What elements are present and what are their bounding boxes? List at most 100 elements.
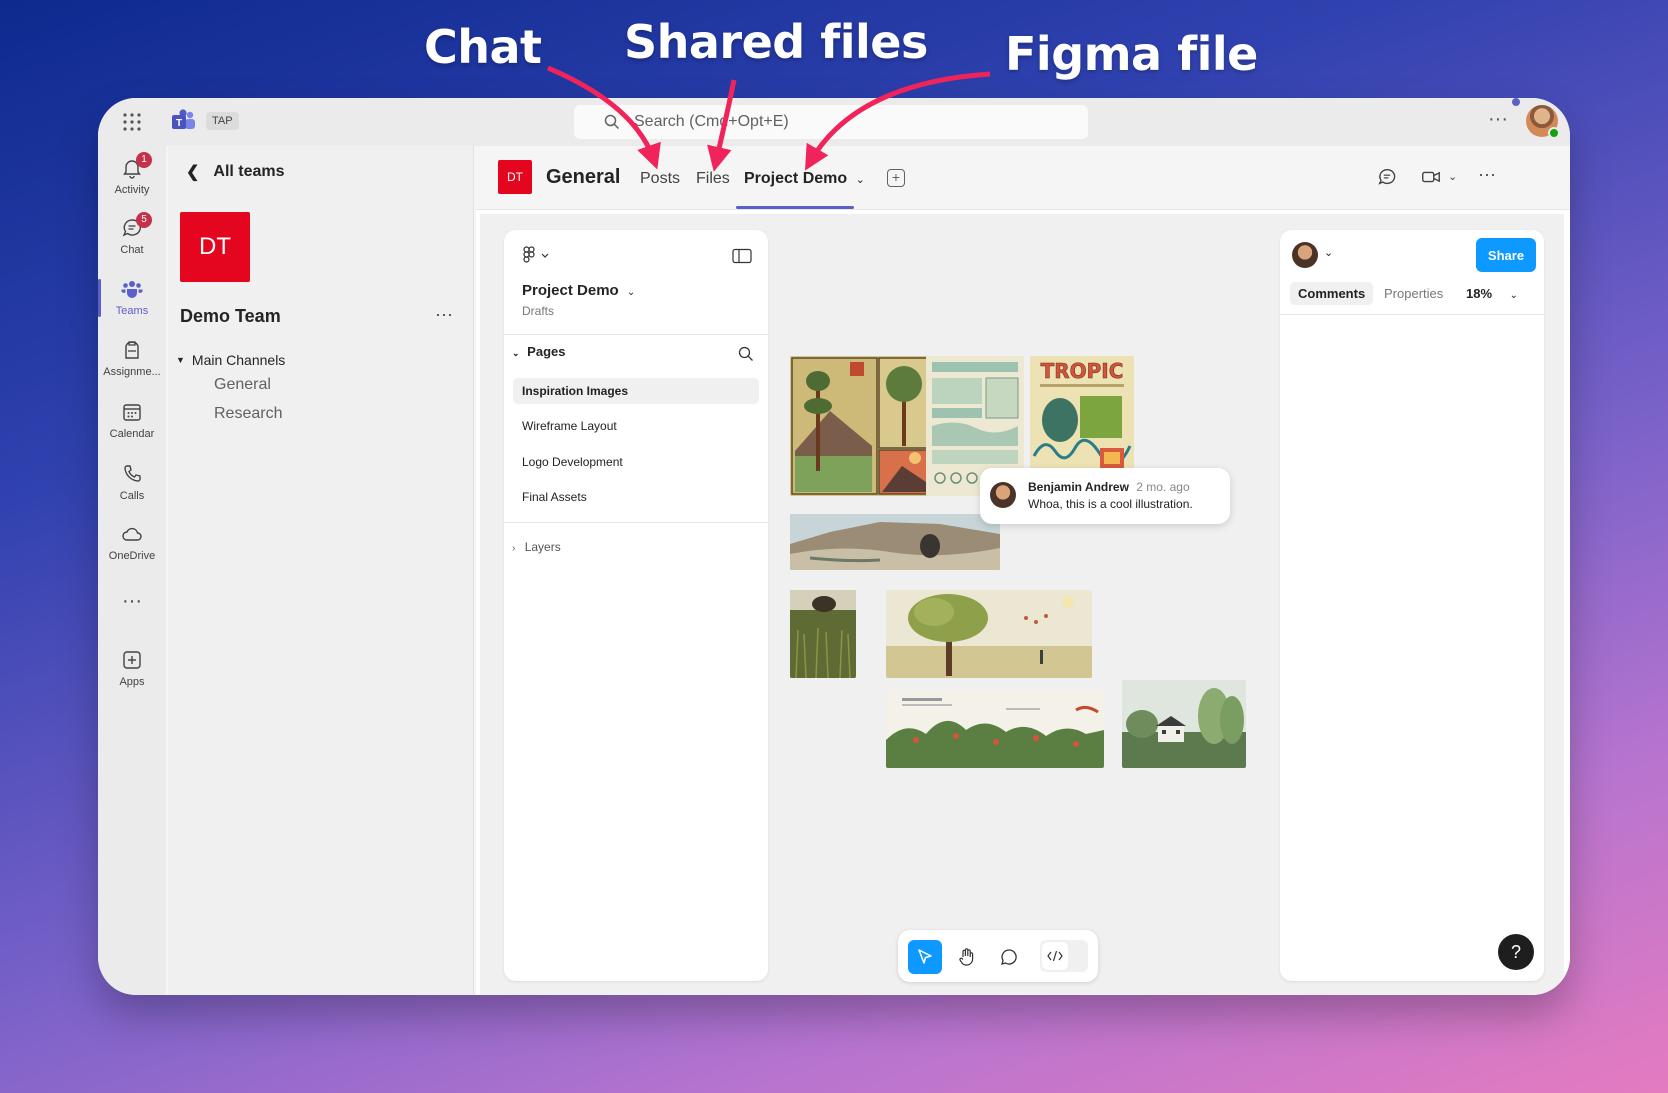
rail-item-onedrive[interactable]: OneDrive xyxy=(98,516,166,572)
cursor-arrow-icon xyxy=(918,949,932,964)
more-apps-icon[interactable]: ··· xyxy=(98,590,166,646)
tab-project-demo-label: Project Demo xyxy=(744,170,848,187)
channels-section-header[interactable]: ▼ Main Channels xyxy=(176,352,285,368)
svg-text:T: T xyxy=(176,118,182,129)
team-name: Demo Team xyxy=(180,306,281,326)
code-icon xyxy=(1042,942,1068,970)
tab-posts[interactable]: Posts xyxy=(640,170,680,188)
tab-project-demo[interactable]: Project Demo ⌄ xyxy=(744,170,865,188)
tropic-title: TROPIC xyxy=(1041,359,1124,383)
teams-window: T TAP Search (Cmd+Opt+E) ··· 1 Activity xyxy=(98,98,1570,995)
figma-left-panel: Project Demo ⌄ Drafts ⌄ Pages Inspiratio… xyxy=(504,230,768,981)
rail-item-apps[interactable]: Apps xyxy=(98,642,166,698)
comment-card[interactable]: Benjamin Andrew 2 mo. ago Whoa, this is … xyxy=(980,468,1230,524)
figma-menu-icon[interactable] xyxy=(522,246,552,264)
conversation-icon[interactable] xyxy=(1376,166,1398,188)
channel-title: General xyxy=(546,166,621,188)
comment-author: Benjamin Andrew xyxy=(1028,480,1129,494)
flowers-art xyxy=(886,690,1104,768)
canvas-image-grass-field[interactable] xyxy=(790,590,856,678)
active-tab-indicator xyxy=(736,206,854,209)
teams-logo-icon: T xyxy=(172,109,195,129)
header-more-options-icon[interactable]: ··· xyxy=(1478,164,1496,185)
search-placeholder: Search (Cmd+Opt+E) xyxy=(634,113,789,130)
canvas-image-desert-landscape[interactable] xyxy=(790,514,1000,570)
figma-user-avatar[interactable] xyxy=(1292,242,1318,268)
chevron-down-icon: ⌄ xyxy=(855,174,865,186)
tenant-badge[interactable]: TAP xyxy=(206,112,239,130)
dev-mode-toggle[interactable] xyxy=(1040,940,1088,972)
channel-avatar: DT xyxy=(498,160,532,194)
team-more-options-icon[interactable]: ··· xyxy=(435,304,453,325)
share-button[interactable]: Share xyxy=(1476,238,1536,272)
chevron-right-icon: › xyxy=(512,543,516,554)
figma-embed: Project Demo ⌄ Drafts ⌄ Pages Inspiratio… xyxy=(480,214,1564,995)
comment-header: Benjamin Andrew 2 mo. ago xyxy=(1028,480,1190,494)
team-panel: ❮ All teams DT Demo Team ··· ▼ Main Chan… xyxy=(168,146,474,995)
sidebar-toggle-icon[interactable] xyxy=(732,248,752,264)
comment-time: 2 mo. ago xyxy=(1136,480,1190,494)
tree-field-art xyxy=(886,590,1092,678)
rail-item-chat[interactable]: 5 Chat xyxy=(98,210,166,266)
chat-badge: 5 xyxy=(136,212,152,228)
hand-icon xyxy=(959,948,974,966)
channel-general[interactable]: General xyxy=(214,376,271,394)
canvas-image-house[interactable] xyxy=(1122,680,1246,768)
figma-file-location: Drafts xyxy=(522,304,555,318)
caret-down-icon: ▼ xyxy=(176,355,185,365)
comment-bubble-icon xyxy=(1001,949,1017,965)
comment-tool-button[interactable] xyxy=(992,940,1026,974)
canvas-image-flowers[interactable] xyxy=(886,690,1104,768)
rail-item-activity[interactable]: 1 Activity xyxy=(98,150,166,206)
rail-label: Apps xyxy=(119,676,145,688)
video-call-icon[interactable] xyxy=(1420,166,1442,188)
tab-comments[interactable]: Comments xyxy=(1290,282,1374,305)
pages-header[interactable]: ⌄ Pages xyxy=(512,344,565,359)
help-button[interactable]: ? xyxy=(1498,934,1534,970)
hand-tool-button[interactable] xyxy=(950,940,984,974)
page-item-final-assets[interactable]: Final Assets xyxy=(513,484,759,510)
divider xyxy=(504,522,768,523)
rail-label: Chat xyxy=(120,244,144,256)
rail-label: Calls xyxy=(119,490,145,502)
channel-research[interactable]: Research xyxy=(214,405,282,423)
page-item-logo-development[interactable]: Logo Development xyxy=(513,449,759,475)
activity-badge: 1 xyxy=(136,152,152,168)
teams-icon xyxy=(121,281,143,298)
notification-dot xyxy=(1512,98,1520,106)
search-input[interactable]: Search (Cmd+Opt+E) xyxy=(574,105,1088,139)
all-teams-label: All teams xyxy=(213,163,285,180)
tab-files[interactable]: Files xyxy=(696,170,730,188)
rail-item-assignments[interactable]: Assignme... xyxy=(98,332,166,388)
video-chevron-down-icon[interactable]: ⌄ xyxy=(1448,170,1457,183)
rail-label: Assignme... xyxy=(103,366,161,378)
rail-item-calls[interactable]: Calls xyxy=(98,456,166,512)
search-icon xyxy=(604,114,620,130)
tab-properties[interactable]: Properties xyxy=(1376,282,1451,305)
app-launcher-icon[interactable] xyxy=(120,110,144,134)
search-pages-icon[interactable] xyxy=(738,346,754,362)
phone-icon xyxy=(124,465,141,482)
backpack-icon xyxy=(125,341,139,359)
more-options-icon[interactable]: ··· xyxy=(1488,108,1508,131)
layers-header[interactable]: › Layers xyxy=(512,540,561,554)
divider xyxy=(1280,314,1544,315)
canvas-image-forest-poster[interactable] xyxy=(790,356,930,496)
zoom-level[interactable]: 18% ⌄ xyxy=(1466,286,1518,301)
page-item-wireframe-layout[interactable]: Wireframe Layout xyxy=(513,413,759,439)
canvas-image-tree-field[interactable] xyxy=(886,590,1092,678)
figma-file-title[interactable]: Project Demo ⌄ xyxy=(522,282,635,299)
user-avatar[interactable] xyxy=(1526,105,1560,139)
divider xyxy=(504,334,768,335)
add-tab-button[interactable]: + xyxy=(887,169,905,187)
chevron-down-icon[interactable]: ⌄ xyxy=(1324,246,1333,259)
rail-item-teams[interactable]: Teams xyxy=(98,271,166,327)
rail-label: Teams xyxy=(115,305,149,317)
page-item-inspiration-images[interactable]: Inspiration Images xyxy=(513,378,759,404)
team-avatar: DT xyxy=(180,212,250,282)
move-tool-button[interactable] xyxy=(908,940,942,974)
figma-file-name: Project Demo xyxy=(522,282,619,299)
rail-item-calendar[interactable]: Calendar xyxy=(98,394,166,450)
canvas-image-tropic-poster[interactable]: TROPIC xyxy=(1030,356,1134,482)
all-teams-link[interactable]: ❮ All teams xyxy=(186,162,285,182)
